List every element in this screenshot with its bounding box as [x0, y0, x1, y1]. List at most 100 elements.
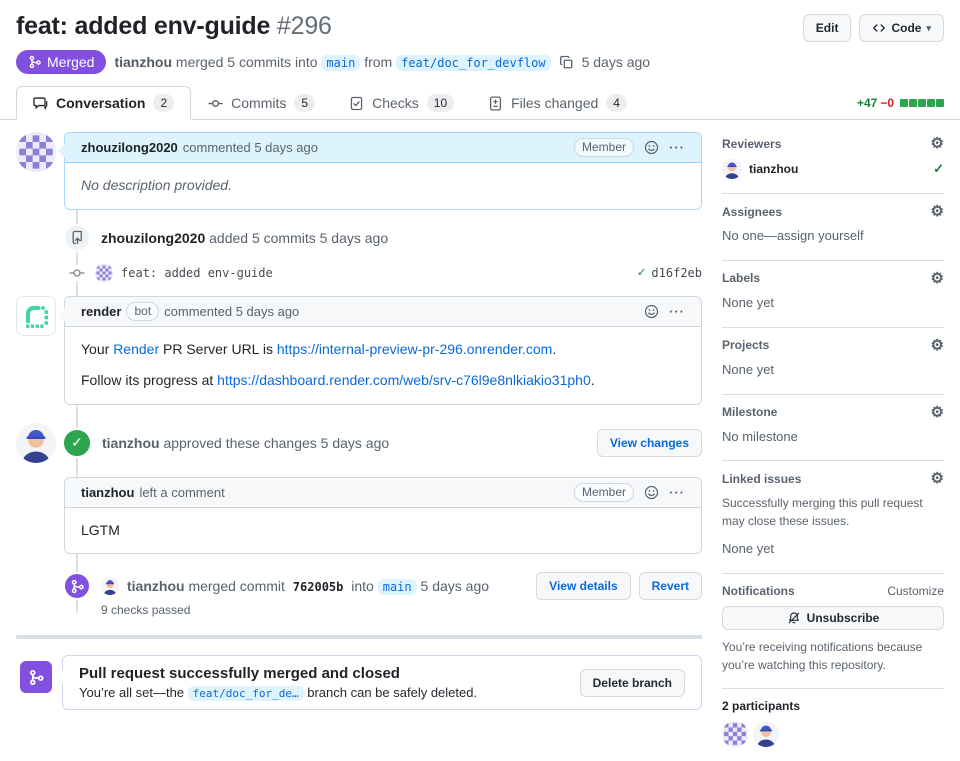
event-author[interactable]: zhouzilong2020	[101, 230, 205, 246]
commit-sha[interactable]: d16f2eb	[651, 266, 702, 280]
comment-body: LGTM	[81, 521, 120, 538]
repo-push-icon	[63, 223, 91, 252]
pr-title-text: feat: added env-guide	[16, 12, 271, 40]
comment-render-bot: render bot commented 5 days ago ··· Your…	[16, 295, 702, 405]
notifications-desc: You’re receiving notifications because y…	[722, 640, 923, 673]
gear-icon[interactable]: ⚙	[931, 271, 944, 286]
avatar[interactable]	[722, 721, 748, 747]
commit-row: feat: added env-guide ✓ d16f2eb	[16, 264, 702, 282]
pr-sidebar: Reviewers ⚙ tianzhou ✓ Assignees ⚙ No on…	[722, 132, 944, 761]
gear-icon[interactable]: ⚙	[931, 136, 944, 151]
kebab-icon[interactable]: ···	[669, 304, 685, 319]
view-details-button[interactable]: View details	[536, 572, 631, 601]
chevron-down-icon: ▾	[926, 23, 931, 33]
avatar[interactable]	[16, 132, 56, 172]
avatar[interactable]	[16, 295, 56, 336]
milestone-empty: No milestone	[722, 428, 798, 444]
head-branch-chip[interactable]: feat/doc_for_devflow	[396, 55, 551, 71]
diffstat-additions: +47	[856, 96, 878, 110]
tab-conversation[interactable]: Conversation 2	[16, 86, 192, 120]
merged-commit-sha[interactable]: 762005b	[293, 580, 344, 594]
assignees-empty[interactable]: No one—assign yourself	[722, 227, 944, 246]
tab-commits[interactable]: Commits 5	[191, 86, 332, 120]
git-commit-icon	[208, 96, 223, 111]
preview-url-link[interactable]: https://internal-preview-pr-296.onrender…	[277, 341, 552, 357]
diffstat[interactable]: +47 −0	[857, 96, 944, 110]
avatar	[722, 159, 742, 179]
avatar[interactable]	[95, 264, 113, 282]
sidebar-milestone: Milestone ⚙ No milestone	[722, 395, 944, 462]
gear-icon[interactable]: ⚙	[931, 471, 944, 486]
comment-discussion-icon	[33, 96, 48, 111]
gear-icon[interactable]: ⚙	[931, 338, 944, 353]
comment-author[interactable]: render	[81, 304, 121, 319]
code-button-label: Code	[891, 21, 922, 35]
kebab-icon[interactable]: ···	[669, 140, 685, 155]
sidebar-projects: Projects ⚙ None yet	[722, 328, 944, 395]
copy-icon[interactable]	[559, 55, 574, 70]
render-link[interactable]: Render	[113, 341, 159, 357]
avatar[interactable]	[753, 721, 779, 747]
timeline-divider	[16, 635, 702, 640]
delete-branch-button[interactable]: Delete branch	[579, 668, 685, 697]
tab-files-changed[interactable]: Files changed 4	[471, 86, 644, 120]
comment-author[interactable]: tianzhou	[81, 485, 134, 500]
git-commit-icon	[69, 264, 85, 281]
comment-meta: commented 5 days ago	[182, 140, 318, 155]
customize-link[interactable]: Customize	[887, 584, 944, 598]
pr-number: #296	[276, 12, 332, 40]
section-title: Labels	[722, 271, 761, 286]
comment-meta: commented 5 days ago	[164, 303, 300, 319]
comment-author[interactable]: zhouzilong2020	[81, 140, 178, 155]
base-branch-chip[interactable]: main	[321, 55, 361, 71]
section-title: Assignees	[722, 204, 783, 219]
revert-button[interactable]: Revert	[638, 572, 702, 601]
bot-badge: bot	[126, 301, 160, 321]
checks-passed-text[interactable]: 9 checks passed	[101, 603, 702, 617]
emoji-icon[interactable]	[644, 304, 659, 319]
edit-button[interactable]: Edit	[802, 14, 852, 42]
avatar[interactable]	[101, 577, 119, 595]
tab-label: Commits	[231, 95, 287, 111]
linked-issues-empty: None yet	[722, 541, 775, 557]
code-button[interactable]: Code ▾	[859, 14, 944, 42]
approval-event: ✓ tianzhou approved these changes 5 days…	[16, 423, 702, 463]
commits-added-event: zhouzilong2020 added 5 commits 5 days ag…	[16, 223, 702, 252]
labels-empty: None yet	[722, 294, 775, 310]
approved-check-icon: ✓	[933, 161, 944, 176]
kebab-icon[interactable]: ···	[669, 485, 685, 500]
tab-count: 4	[606, 94, 627, 112]
commit-message[interactable]: feat: added env-guide	[121, 266, 273, 280]
unsubscribe-button[interactable]: Unsubscribe	[722, 606, 944, 631]
merged-by-user[interactable]: tianzhou	[114, 54, 172, 70]
member-badge: Member	[573, 482, 634, 502]
comment-body: Your Render PR Server URL is https://int…	[81, 340, 595, 389]
gear-icon[interactable]: ⚙	[931, 405, 944, 420]
edit-button-label: Edit	[815, 21, 839, 35]
git-merge-icon	[63, 572, 91, 601]
sidebar-notifications: Notifications Customize Unsubscribe You’…	[722, 574, 944, 690]
tab-count: 10	[426, 94, 455, 112]
emoji-icon[interactable]	[644, 485, 659, 500]
projects-empty: None yet	[722, 361, 775, 377]
gear-icon[interactable]: ⚙	[931, 204, 944, 219]
pr-tabnav: Conversation 2 Commits 5 Checks 10 Files…	[0, 86, 960, 120]
emoji-icon[interactable]	[644, 140, 659, 155]
review-comment: tianzhou left a comment Member ··· LGTM	[64, 476, 702, 555]
file-diff-icon	[488, 96, 503, 111]
dashboard-url-link[interactable]: https://dashboard.render.com/web/srv-c76…	[217, 372, 591, 388]
event-author[interactable]: tianzhou	[102, 435, 160, 451]
pr-timeline: zhouzilong2020 commented 5 days ago Memb…	[16, 132, 702, 617]
avatar[interactable]	[16, 423, 56, 463]
view-changes-button[interactable]: View changes	[596, 428, 702, 457]
event-author[interactable]: tianzhou	[127, 578, 185, 594]
base-branch-chip[interactable]: main	[377, 579, 417, 596]
diffstat-deletions: −0	[880, 96, 894, 110]
page-title: feat: added env-guide #296	[16, 12, 332, 41]
tab-checks[interactable]: Checks 10	[332, 86, 471, 120]
reviewer-row[interactable]: tianzhou ✓	[722, 159, 944, 179]
section-title: Milestone	[722, 405, 778, 420]
check-icon[interactable]: ✓	[638, 265, 646, 280]
status-badge: Merged	[16, 50, 107, 74]
banner-title: Pull request successfully merged and clo…	[79, 665, 400, 683]
